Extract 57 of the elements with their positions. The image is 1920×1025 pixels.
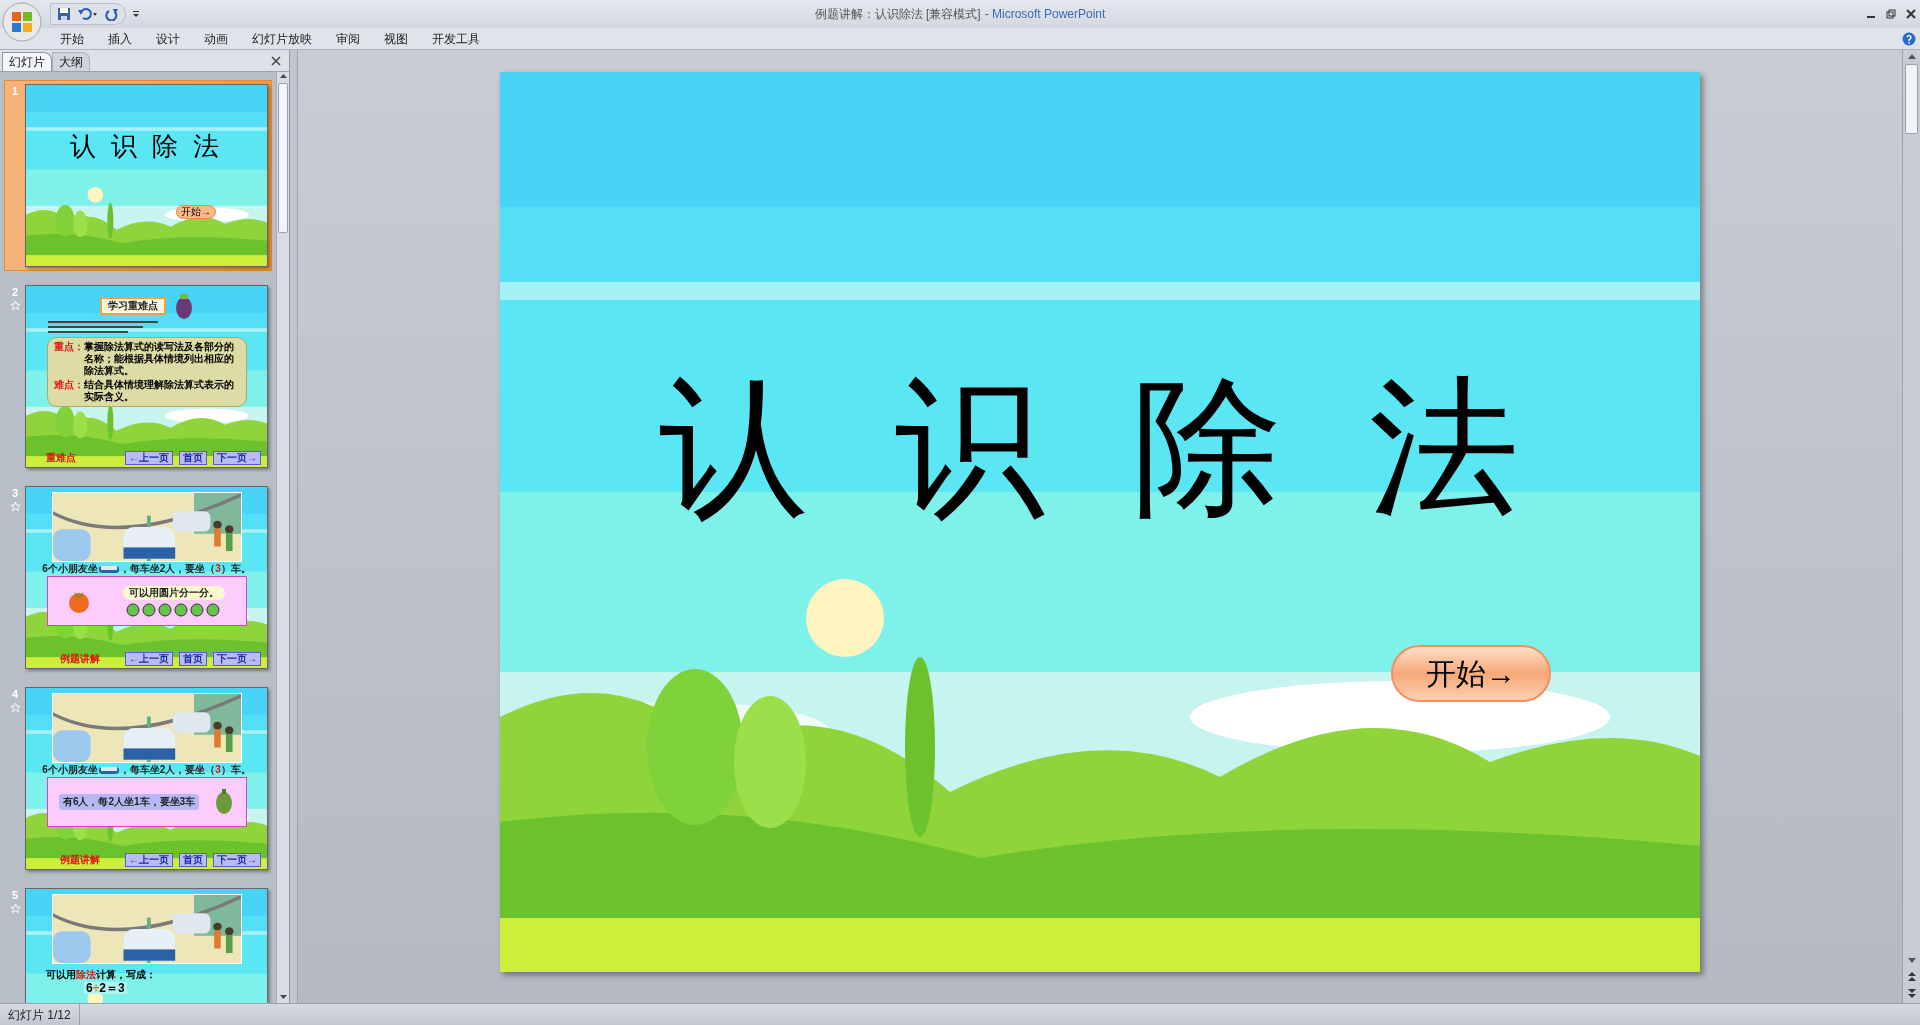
heading-label: 学习重难点 bbox=[99, 297, 166, 315]
ribbon-tab[interactable]: 开发工具 bbox=[432, 32, 480, 45]
star-icon bbox=[9, 300, 21, 311]
panel-tab[interactable]: 幻灯片 bbox=[2, 52, 52, 71]
scroll-thumb[interactable] bbox=[278, 83, 288, 233]
eggplant-drawing bbox=[173, 292, 194, 320]
start-button: 开始→ bbox=[176, 205, 216, 219]
slide-number: 1 bbox=[11, 86, 19, 97]
customize-menu-icon[interactable] bbox=[132, 10, 140, 18]
nav-button[interactable]: ←上一页 bbox=[125, 451, 173, 465]
scroll-thumb[interactable] bbox=[1905, 64, 1918, 134]
slide-number: 4 bbox=[11, 689, 19, 700]
star-icon bbox=[9, 903, 21, 914]
slide-thumbnail[interactable]: 学习重难点 重点：掌握除法算式的读写法及各部分的名称；能根据具体情境列出相应的除法算式。 难点：结合具体情境理解除法算式表示的实际含义。 重难点 ←上一页 首页 下一页→ bbox=[25, 285, 268, 468]
slide-number: 2 bbox=[11, 287, 19, 298]
save-icon[interactable] bbox=[57, 7, 71, 21]
slide-thumbnail[interactable]: 认 识 除 法 开始→ bbox=[25, 84, 268, 267]
slide-counter: 幻灯片 1/12 bbox=[0, 1004, 80, 1025]
help-icon[interactable] bbox=[1902, 31, 1916, 46]
restore-icon[interactable] bbox=[1886, 9, 1896, 19]
next-slide-icon[interactable] bbox=[1906, 987, 1917, 999]
undo-icon[interactable] bbox=[77, 7, 99, 21]
scrollbar[interactable] bbox=[276, 72, 289, 1003]
start-button[interactable]: 开始→ bbox=[1391, 645, 1551, 702]
close-icon[interactable] bbox=[1906, 9, 1916, 19]
ribbon-tab[interactable]: 设计 bbox=[156, 32, 180, 45]
star-icon bbox=[9, 501, 21, 512]
point-text: 掌握除法算式的读写法及各部分的名称；能根据具体情境列出相应的除法算式。 bbox=[83, 341, 235, 377]
ribbon-tab[interactable]: 审阅 bbox=[336, 32, 360, 45]
app-name: - Microsoft PowerPoint bbox=[984, 6, 1106, 23]
ribbon-tab[interactable]: 动画 bbox=[204, 32, 228, 45]
slide-number: 5 bbox=[11, 890, 19, 901]
point-text: 结合具体情境理解除法算式表示的实际含义。 bbox=[83, 379, 235, 403]
slide-thumbnail-row[interactable]: 1 认 识 除 法 开始→ bbox=[4, 80, 272, 271]
previous-slide-icon[interactable] bbox=[1906, 971, 1917, 983]
star-icon bbox=[9, 702, 21, 713]
slide-title: 认 识 除 法 bbox=[69, 133, 224, 159]
scroll-up-icon[interactable] bbox=[1906, 52, 1917, 62]
ribbon-tab[interactable]: 幻灯片放映 bbox=[252, 32, 312, 45]
point-label: 难点： bbox=[53, 379, 84, 392]
scrollbar[interactable] bbox=[1902, 50, 1920, 1003]
window-title: 例题讲解：认识除法 [兼容模式] bbox=[814, 6, 981, 23]
ribbon-tab[interactable]: 视图 bbox=[384, 32, 408, 45]
redo-icon[interactable] bbox=[105, 7, 119, 21]
ribbon-tab[interactable]: 插入 bbox=[108, 32, 132, 45]
ribbon-tab[interactable]: 开始 bbox=[60, 32, 84, 45]
nav-button[interactable]: 首页 bbox=[179, 451, 207, 465]
slide-thumbnail-row[interactable]: 2 学习重难点 重点：掌握除法算式的读写法及各部分的名称；能根据具体情境列出相应的除法算式。 难点：结合具体情境理解除法算式表示的实际含义。 重难点 ←上一页 首页 下一页→ bbox=[4, 281, 272, 472]
footer-label: 重难点 bbox=[46, 453, 76, 463]
scroll-down-icon[interactable] bbox=[1906, 955, 1917, 965]
close-icon[interactable] bbox=[271, 56, 281, 66]
slide-number: 3 bbox=[11, 488, 19, 499]
nav-button[interactable]: 下一页→ bbox=[213, 451, 261, 465]
slide-title: 认 识 除 法 bbox=[657, 372, 1543, 522]
scroll-down-icon[interactable] bbox=[278, 992, 288, 1001]
point-label: 重点： bbox=[53, 341, 84, 354]
panel-tab[interactable]: 大纲 bbox=[52, 52, 90, 71]
